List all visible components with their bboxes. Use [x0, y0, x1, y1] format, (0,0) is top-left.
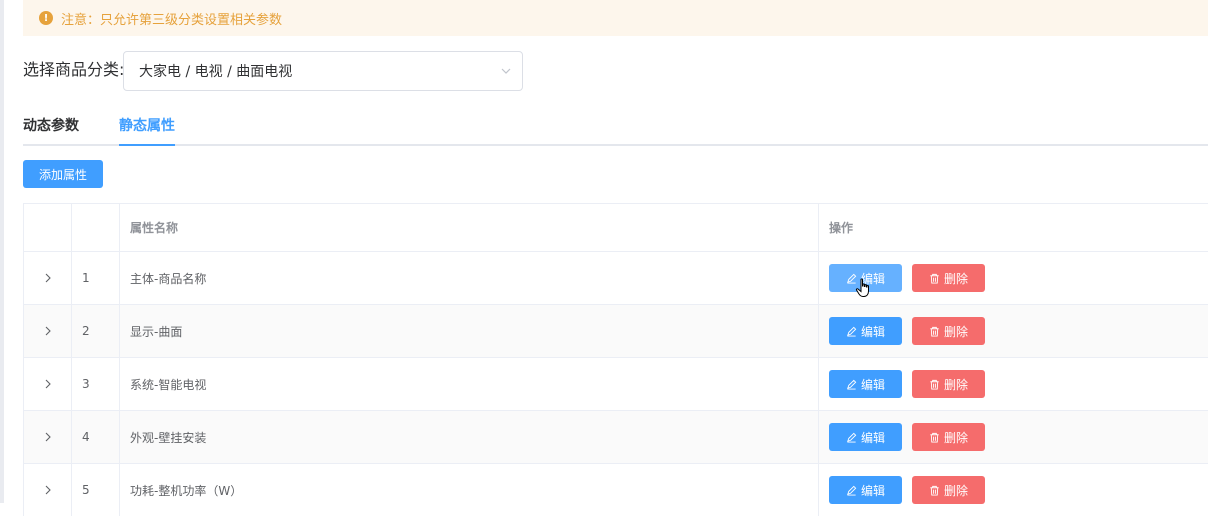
chevron-right-icon[interactable] [43, 273, 53, 283]
delete-button[interactable]: 删除 [912, 317, 985, 345]
chevron-right-icon[interactable] [43, 379, 53, 389]
edit-icon [847, 485, 857, 496]
table-row: 2 显示-曲面 编辑 删除 [23, 304, 1208, 357]
sidebar-edge [0, 0, 4, 503]
chevron-down-icon [501, 68, 511, 74]
edit-label: 编辑 [860, 430, 885, 445]
table-row: 5 功耗-整机功率（W） 编辑 删除 [23, 463, 1208, 516]
tab-dynamic-params[interactable]: 动态参数 [23, 116, 79, 136]
edit-icon [847, 326, 857, 337]
category-cascader[interactable]: 大家电 / 电视 / 曲面电视 [123, 51, 523, 91]
tabs-divider [23, 144, 1208, 146]
table-row: 4 外观-壁挂安装 编辑 删除 [23, 410, 1208, 463]
hand-pointer-cursor-icon [855, 278, 869, 297]
warning-icon: ! [39, 11, 53, 25]
edit-icon [847, 432, 857, 443]
row-actions: 编辑 删除 [818, 464, 1208, 516]
row-actions: 编辑 删除 [818, 358, 1208, 410]
trash-icon [930, 485, 939, 496]
table-row: 1 主体-商品名称 编辑 删除 [23, 251, 1208, 304]
edit-button[interactable]: 编辑 [829, 317, 902, 345]
row-index: 3 [71, 358, 119, 410]
table-header: 属性名称 操作 [23, 203, 1208, 251]
category-value: 大家电 / 电视 / 曲面电视 [139, 64, 293, 80]
expand-cell[interactable] [23, 464, 71, 516]
header-actions: 操作 [818, 204, 1208, 251]
row-attribute-name: 显示-曲面 [119, 305, 818, 357]
add-attribute-button[interactable]: 添加属性 [23, 160, 103, 188]
delete-button[interactable]: 删除 [912, 264, 985, 292]
row-actions: 编辑 删除 [818, 305, 1208, 357]
category-label: 选择商品分类: [23, 60, 125, 79]
delete-label: 删除 [943, 377, 968, 392]
chevron-right-icon[interactable] [43, 432, 53, 442]
header-index-col [71, 204, 119, 251]
delete-button[interactable]: 删除 [912, 370, 985, 398]
row-index: 1 [71, 252, 119, 304]
expand-cell[interactable] [23, 411, 71, 463]
header-expand-col [23, 204, 71, 251]
row-index: 4 [71, 411, 119, 463]
row-attribute-name: 功耗-整机功率（W） [119, 464, 818, 516]
trash-icon [930, 379, 939, 390]
row-actions: 编辑 删除 [818, 411, 1208, 463]
edit-button[interactable]: 编辑 [829, 370, 902, 398]
delete-button[interactable]: 删除 [912, 423, 985, 451]
trash-icon [930, 326, 939, 337]
edit-label: 编辑 [860, 377, 885, 392]
alert-text: 注意：只允许第三级分类设置相关参数 [61, 12, 283, 28]
edit-label: 编辑 [860, 324, 885, 339]
row-actions: 编辑 删除 [818, 252, 1208, 304]
trash-icon [930, 273, 939, 284]
row-index: 2 [71, 305, 119, 357]
edit-icon [847, 379, 857, 390]
edit-label: 编辑 [860, 483, 885, 498]
expand-cell[interactable] [23, 305, 71, 357]
row-attribute-name: 主体-商品名称 [119, 252, 818, 304]
row-attribute-name: 系统-智能电视 [119, 358, 818, 410]
trash-icon [930, 432, 939, 443]
delete-label: 删除 [943, 324, 968, 339]
expand-cell[interactable] [23, 358, 71, 410]
chevron-right-icon[interactable] [43, 326, 53, 336]
tab-static-attributes[interactable]: 静态属性 [119, 116, 175, 136]
expand-cell[interactable] [23, 252, 71, 304]
edit-button[interactable]: 编辑 [829, 423, 902, 451]
chevron-right-icon[interactable] [43, 485, 53, 495]
attribute-table: 属性名称 操作 1 主体-商品名称 编辑 删除 2 显示-曲面 编辑 删除 3 … [23, 203, 1208, 516]
warning-alert: ! 注意：只允许第三级分类设置相关参数 [23, 0, 1208, 36]
attribute-tabs: 动态参数 静态属性 [23, 108, 1208, 146]
delete-button[interactable]: 删除 [912, 476, 985, 504]
delete-label: 删除 [943, 483, 968, 498]
delete-label: 删除 [943, 271, 968, 286]
delete-label: 删除 [943, 430, 968, 445]
row-index: 5 [71, 464, 119, 516]
edit-button[interactable]: 编辑 [829, 476, 902, 504]
active-tab-indicator [119, 144, 175, 146]
header-name: 属性名称 [119, 204, 818, 251]
table-row: 3 系统-智能电视 编辑 删除 [23, 357, 1208, 410]
row-attribute-name: 外观-壁挂安装 [119, 411, 818, 463]
